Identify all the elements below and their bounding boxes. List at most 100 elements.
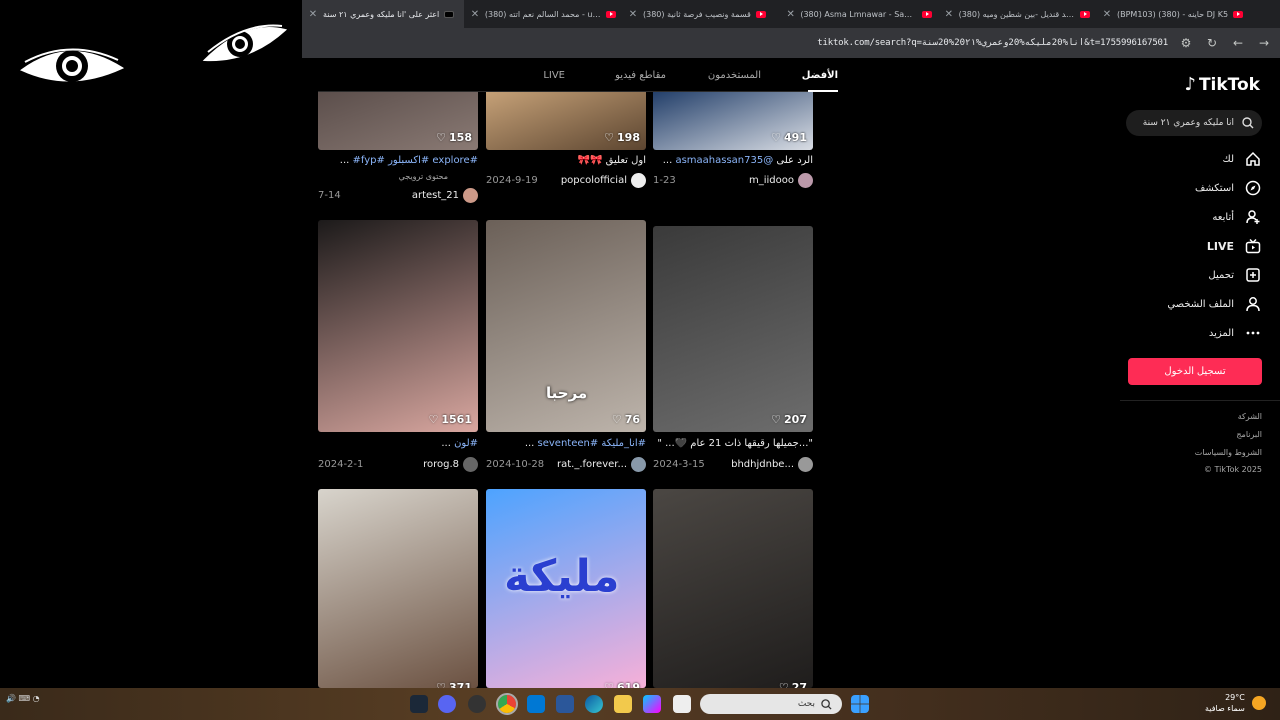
sidebar-item-for-you[interactable]: لك	[1223, 150, 1262, 168]
video-thumbnail[interactable]: ♡ 158	[318, 88, 478, 150]
browser-tab[interactable]: ✕ (380) Asma Lmnawar - Safi (EX	[780, 0, 938, 28]
video-thumbnail[interactable]: ♡ 198	[486, 88, 646, 150]
sidebar: ♪ TikTok انا مليكه وعمري ٢١ سنة لك استكش…	[1120, 58, 1280, 688]
like-count: ♡ 76	[611, 413, 640, 426]
close-tab-icon[interactable]: ✕	[786, 9, 795, 20]
video-author[interactable]: bhdhjdnbe...	[731, 456, 813, 472]
like-count: ♡ 207	[771, 413, 807, 426]
heart-icon: ♡	[428, 413, 439, 426]
eyes-overlay-image	[0, 0, 302, 108]
video-thumbnail[interactable]: ♡ 207	[653, 226, 813, 432]
taskbar-search[interactable]: بحث	[700, 694, 842, 714]
footer-link-program[interactable]: البرنامج	[1236, 430, 1262, 439]
footer-link-terms[interactable]: الشروط والسياسات	[1195, 448, 1262, 457]
video-author[interactable]: popcolofficial	[561, 172, 646, 188]
weather-widget[interactable]: 29°C سماء صافية	[1205, 692, 1245, 714]
heart-icon: ♡	[771, 131, 782, 144]
avatar	[798, 456, 813, 472]
system-tray[interactable]: 🔊 ⌨ ◔	[6, 694, 40, 704]
tab-live[interactable]: LIVE	[543, 70, 565, 81]
youtube-icon	[1080, 10, 1090, 18]
video-caption[interactable]: #انا_مليكة #seventeen ...	[525, 438, 646, 449]
address-bar-url[interactable]: tiktok.com/search?q=انا%20مليكه%20وعمري%…	[817, 38, 1168, 48]
browser-tab[interactable]: ✕ (BPM103) حاينه - (380) DJ K5	[1096, 0, 1256, 28]
footer-copyright: © TikTok 2025	[1204, 465, 1262, 474]
video-thumbnail[interactable]: مرحبا ♡ 76	[486, 220, 646, 432]
like-count: ♡ 158	[436, 131, 472, 144]
sidebar-item-label: الملف الشخصي	[1167, 298, 1234, 310]
video-thumbnail[interactable]: ♡ 1561	[318, 220, 478, 432]
sidebar-item-more[interactable]: المزيد	[1209, 324, 1262, 342]
sidebar-item-live[interactable]: LIVE	[1207, 237, 1262, 255]
video-author[interactable]: rat._.forever...	[557, 456, 646, 472]
forward-icon[interactable]: ←	[1230, 35, 1246, 51]
logo-text: TikTok	[1198, 74, 1260, 95]
outlook-icon[interactable]	[527, 695, 545, 713]
video-caption[interactable]: #explore #اكسبلور #fyp# ...	[340, 155, 478, 166]
video-author[interactable]: artest_21	[412, 187, 478, 203]
browser-tab[interactable]: ✕ (380) قسمة ونصيب فرصة ثانية	[622, 0, 780, 28]
video-thumbnail[interactable]: ♡ 27	[653, 489, 813, 688]
youtube-icon	[1233, 10, 1244, 18]
tab-top[interactable]: الأفضل	[802, 70, 838, 81]
edge-icon[interactable]	[585, 695, 603, 713]
video-thumbnail[interactable]: ♡ 371	[318, 489, 478, 688]
close-tab-icon[interactable]: ✕	[628, 9, 638, 20]
sidebar-item-label: أتابعه	[1212, 211, 1234, 223]
browser-tab[interactable]: ✕ (380) محمد السالم نعم اتته - ube	[464, 0, 622, 28]
tiktok-logo[interactable]: ♪ TikTok	[1184, 74, 1260, 95]
browser-tab[interactable]: ✕ (380) محمد قنديل -بين شطين وميه	[938, 0, 1096, 28]
search-icon[interactable]	[1242, 117, 1254, 129]
login-button[interactable]: تسجيل الدخول	[1128, 358, 1262, 385]
close-tab-icon[interactable]: ✕	[470, 9, 480, 20]
tab-title: اعثر على 'انا مليكه وعمري ٢١ سنة	[323, 9, 440, 19]
video-meta: 1-23 m_iidooo	[653, 171, 813, 189]
avatar	[463, 456, 478, 472]
windows-start-icon[interactable]	[851, 695, 869, 713]
obs-icon[interactable]	[468, 695, 486, 713]
task-view-icon[interactable]	[673, 695, 691, 713]
video-meta: 2024-2-1 rorog.8	[318, 455, 478, 473]
search-input[interactable]: انا مليكه وعمري ٢١ سنة	[1126, 110, 1262, 136]
video-thumbnail[interactable]: ♡ 491	[653, 88, 813, 150]
reload-icon[interactable]: ↻	[1204, 35, 1220, 51]
sidebar-item-following[interactable]: أتابعه	[1212, 208, 1262, 226]
discord-icon[interactable]	[438, 695, 456, 713]
close-tab-icon[interactable]: ✕	[1102, 9, 1112, 20]
sidebar-item-profile[interactable]: الملف الشخصي	[1167, 295, 1262, 313]
sidebar-item-upload[interactable]: تحميل	[1208, 266, 1262, 284]
like-count: ♡ 371	[436, 681, 472, 688]
footer-link-company[interactable]: الشركة	[1238, 412, 1262, 421]
tab-videos[interactable]: مقاطع فيديو	[615, 70, 666, 81]
site-settings-icon[interactable]: ⚙	[1178, 35, 1194, 51]
video-caption[interactable]: الرد على @asmaahassan735 ...	[663, 155, 813, 166]
video-meta: 2024-3-15 bhdhjdnbe...	[653, 455, 813, 473]
video-date: 2024-9-19	[486, 174, 538, 186]
close-tab-icon[interactable]: ✕	[308, 9, 318, 20]
file-explorer-icon[interactable]	[614, 695, 632, 713]
sidebar-item-label: LIVE	[1206, 239, 1234, 253]
steam-icon[interactable]	[410, 695, 428, 713]
video-caption[interactable]: #لون ...	[441, 438, 478, 449]
video-author[interactable]: m_iidooo	[749, 172, 813, 188]
video-caption[interactable]: اول تعليق 🎀🎀	[578, 155, 646, 166]
tab-users[interactable]: المستخدمون	[708, 70, 761, 81]
search-value: انا مليكه وعمري ٢١ سنة	[1142, 118, 1234, 128]
weather-moon-icon	[1252, 696, 1266, 710]
store-icon[interactable]	[556, 695, 574, 713]
tab-title: (380) محمد السالم نعم اتته - ube	[484, 9, 601, 19]
video-author[interactable]: rorog.8	[423, 456, 478, 472]
avatar	[463, 187, 478, 203]
browser-tab-tiktok[interactable]: ✕ اعثر على 'انا مليكه وعمري ٢١ سنة	[302, 0, 464, 28]
youtube-icon	[606, 10, 616, 18]
back-icon[interactable]: →	[1256, 35, 1272, 51]
avatar	[798, 172, 813, 188]
close-tab-icon[interactable]: ✕	[944, 9, 954, 20]
copilot-icon[interactable]	[643, 695, 661, 713]
video-caption[interactable]: "...جميلها رقيقها ذات 21 عام 🖤... "	[657, 438, 813, 449]
sidebar-item-explore[interactable]: استكشف	[1195, 179, 1262, 197]
tab-title: (380) Asma Lmnawar - Safi (EX	[800, 9, 917, 19]
chrome-icon[interactable]	[496, 693, 518, 715]
video-thumbnail[interactable]: مليكة ♡ 619	[486, 489, 646, 688]
address-bar-row: tiktok.com/search?q=انا%20مليكه%20وعمري%…	[302, 28, 1280, 58]
